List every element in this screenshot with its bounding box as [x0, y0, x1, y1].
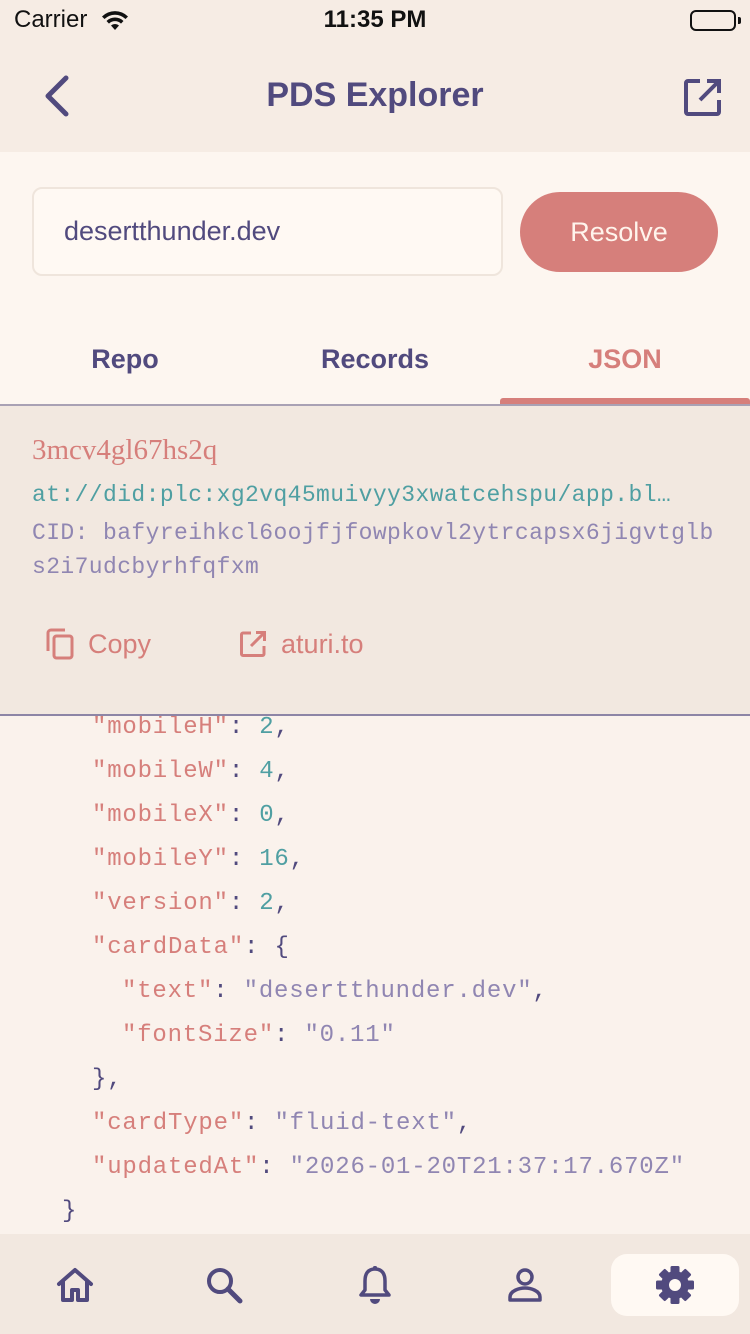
copy-icon [46, 628, 74, 660]
json-trail: , [456, 1110, 473, 1137]
open-external-icon [240, 631, 267, 657]
status-bar: Carrier 11:35 PM [0, 0, 750, 40]
tab-profile[interactable] [461, 1254, 589, 1316]
tab-notifications[interactable] [311, 1254, 439, 1316]
copy-label: Copy [88, 628, 152, 659]
json-viewer[interactable]: "mobileH": 2, "mobileW": 4, "mobileX": 0, "… [0, 716, 750, 1234]
battery-tip [738, 17, 741, 24]
json-line: "fontSize": "0.11" [122, 1022, 396, 1049]
json-value: "desertthunder.dev" [243, 978, 533, 1005]
tab-search[interactable] [160, 1254, 288, 1316]
status-time: 11:35 PM [323, 6, 427, 33]
json-value: "fluid-text" [274, 1110, 457, 1137]
json-trail: , [274, 890, 290, 917]
json-key: "mobileH" [92, 716, 229, 741]
json-line: "mobileY": 16, [92, 846, 305, 873]
json-value: { [274, 934, 290, 961]
json-value: 4 [259, 758, 275, 785]
json-key: "text" [122, 978, 214, 1005]
aturi-link-button[interactable]: aturi.to [217, 620, 386, 668]
json-line: "mobileH": 2, [92, 716, 290, 741]
json-value: 2 [259, 890, 275, 917]
search-icon [207, 1268, 243, 1304]
json-line: "updatedAt": "2026-01-20T21:37:17.670Z" [92, 1154, 685, 1181]
tab-home[interactable] [11, 1254, 139, 1316]
tab-settings[interactable] [611, 1254, 739, 1316]
record-cid: CID: bafyreihkcl6oojfjfowpkovl2ytrcapsx6… [32, 520, 714, 580]
json-value: } [62, 1198, 78, 1225]
bottom-tab-bar [0, 1234, 750, 1334]
json-key: "mobileW" [92, 758, 229, 785]
copy-button[interactable]: Copy [24, 620, 173, 668]
page-title: PDS Explorer [266, 76, 484, 114]
resolve-button[interactable]: Resolve [520, 192, 718, 272]
json-line: "cardType": "fluid-text", [92, 1110, 473, 1137]
json-key: "mobileX" [92, 802, 229, 829]
tab-json[interactable]: JSON [500, 314, 750, 404]
json-line: "mobileW": 4, [92, 758, 290, 785]
handle-input[interactable] [32, 187, 503, 276]
resolve-area: Resolve Repo Records JSON [0, 152, 750, 404]
json-line: "cardData": { [92, 934, 290, 961]
json-key: "updatedAt" [92, 1154, 260, 1181]
json-trail: , [532, 978, 548, 1005]
json-value: 16 [259, 846, 290, 873]
json-line: "text": "desertthunder.dev", [122, 978, 548, 1005]
json-value: "2026-01-20T21:37:17.670Z" [289, 1154, 685, 1181]
json-line: "mobileX": 0, [92, 802, 290, 829]
json-line: } [0, 1190, 750, 1234]
json-trail: , [274, 716, 290, 741]
nav-bar: PDS Explorer [0, 40, 750, 152]
record-header: 3mcv4gl67hs2q at://did:plc:xg2vq45muivyy… [0, 406, 750, 714]
profile-icon [508, 1268, 542, 1302]
json-key: "mobileY" [92, 846, 229, 873]
record-uri: at://did:plc:xg2vq45muivyy3xwatcehspu/ap… [32, 482, 672, 508]
settings-icon [656, 1266, 694, 1304]
json-value: "0.11" [304, 1022, 396, 1049]
record-key: 3mcv4gl67hs2q [32, 434, 218, 466]
json-key: "cardType" [92, 1110, 245, 1137]
bell-icon [359, 1266, 391, 1304]
json-key: "fontSize" [122, 1022, 275, 1049]
tab-records[interactable]: Records [250, 314, 500, 404]
json-key: "version" [92, 890, 229, 917]
json-trail: , [289, 846, 305, 873]
json-value: }, [92, 1066, 123, 1093]
record-actions: Copy aturi.to [32, 620, 386, 668]
aturi-label: aturi.to [281, 628, 364, 659]
open-external-icon [684, 79, 721, 116]
json-trail: , [274, 758, 290, 785]
json-line: }, [0, 1058, 750, 1102]
home-icon [57, 1268, 93, 1302]
battery-icon [690, 10, 736, 31]
tab-bar-top: Repo Records JSON [0, 314, 750, 404]
json-value: 0 [259, 802, 275, 829]
json-value: 2 [259, 716, 275, 741]
tab-repo[interactable]: Repo [0, 314, 250, 404]
json-line: "version": 2, [92, 890, 290, 917]
json-key: "cardData" [92, 934, 245, 961]
open-external-button[interactable] [676, 70, 730, 124]
json-trail: , [274, 802, 290, 829]
